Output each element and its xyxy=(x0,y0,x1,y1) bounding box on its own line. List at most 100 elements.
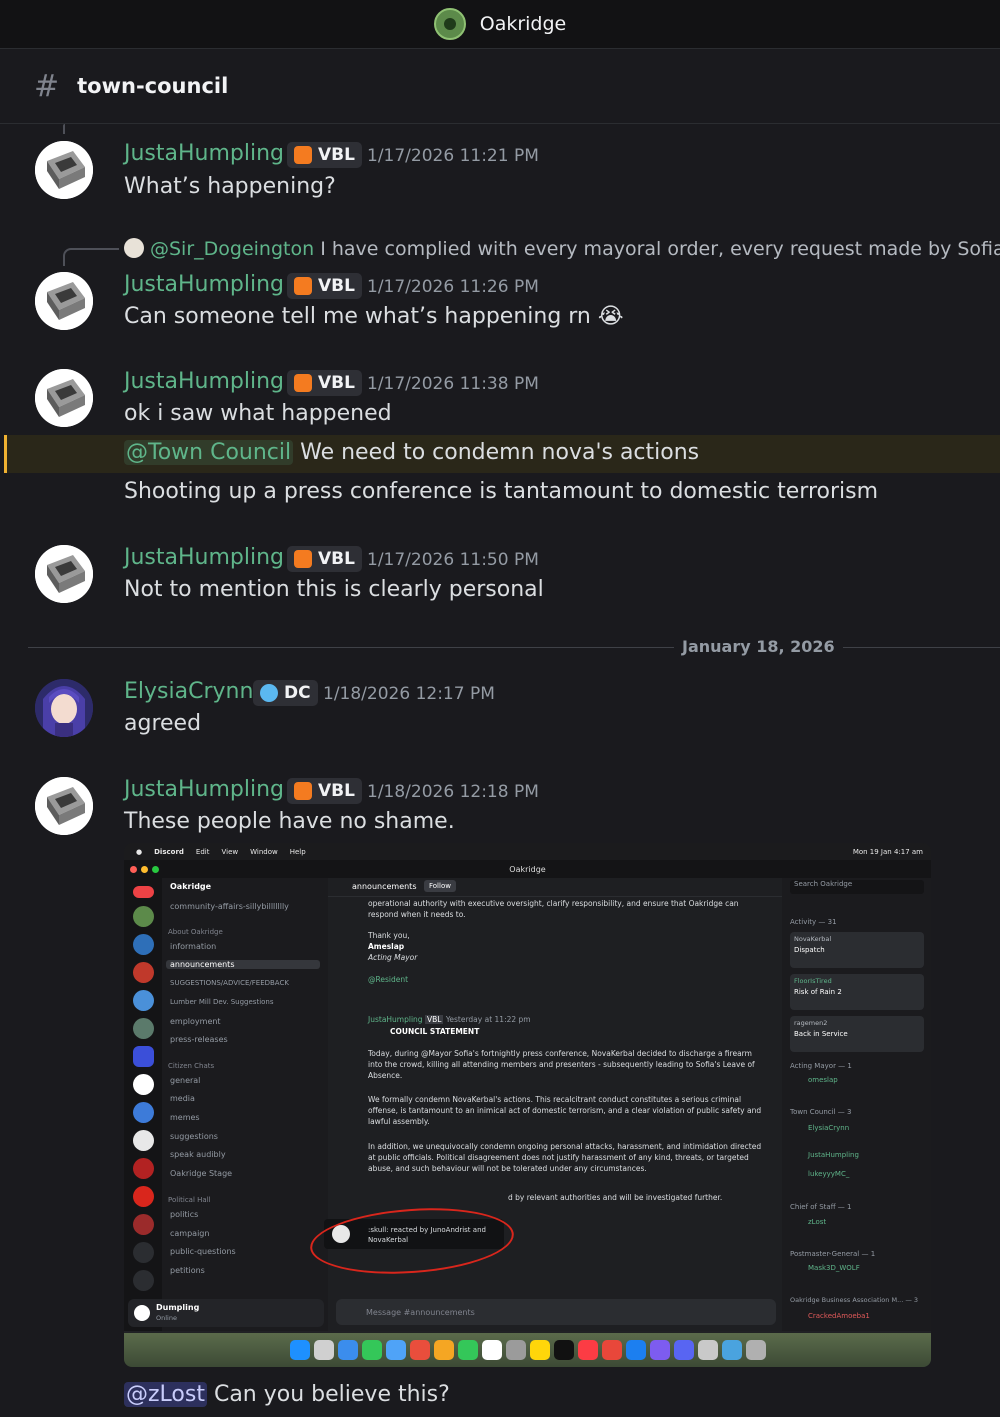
avatar[interactable] xyxy=(35,141,93,199)
folder-icon[interactable] xyxy=(721,1340,742,1360)
menu-help[interactable]: Help xyxy=(290,848,306,856)
menu-edit[interactable]: Edit xyxy=(196,848,210,856)
channel-item[interactable]: Oakridge Stage xyxy=(170,1169,232,1178)
member-item[interactable]: omeslap xyxy=(808,1076,838,1084)
username[interactable]: JustaHumpling xyxy=(124,545,284,570)
channel-item[interactable]: politics xyxy=(170,1210,198,1219)
message-input[interactable]: Message #announcements xyxy=(336,1299,776,1325)
server-icon[interactable] xyxy=(133,962,154,983)
server-icon[interactable] xyxy=(133,1158,154,1179)
avatar[interactable] xyxy=(35,369,93,427)
server-icon[interactable] xyxy=(133,934,154,955)
safari-icon[interactable] xyxy=(337,1340,358,1360)
tv-icon[interactable] xyxy=(553,1340,574,1360)
username[interactable]: JustaHumpling xyxy=(124,369,284,394)
username[interactable]: ElysiaCrynn xyxy=(124,679,253,704)
notes-icon[interactable] xyxy=(529,1340,550,1360)
launchpad-icon[interactable] xyxy=(313,1340,334,1360)
category-label[interactable]: Citizen Chats xyxy=(168,1062,214,1070)
trash-icon[interactable] xyxy=(745,1340,766,1360)
close-dot-icon[interactable] xyxy=(130,865,137,873)
avatar[interactable] xyxy=(35,272,93,330)
member-item[interactable]: Mask3D_WOLF xyxy=(808,1264,860,1272)
channel-item[interactable]: public-questions xyxy=(170,1247,236,1256)
activity-card[interactable]: FloorIsTired Risk of Rain 2 xyxy=(790,974,924,1010)
channel-item[interactable]: memes xyxy=(170,1113,200,1122)
category-label[interactable]: About Oakridge xyxy=(168,928,223,936)
facetime-icon[interactable] xyxy=(457,1340,478,1360)
server-icon[interactable] xyxy=(133,990,154,1011)
zoom-dot-icon[interactable] xyxy=(152,865,159,873)
menubar-clock: Mon 19 Jan 4:17 am xyxy=(852,847,923,856)
member-item[interactable]: JustaHumpling xyxy=(808,1151,859,1159)
avatar[interactable] xyxy=(35,679,93,737)
channel-item[interactable]: press-releases xyxy=(170,1035,228,1044)
signer-title: Acting Mayor xyxy=(368,953,418,962)
channel-item[interactable]: information xyxy=(170,942,216,951)
music-icon[interactable] xyxy=(577,1340,598,1360)
server-icon[interactable] xyxy=(133,1214,154,1235)
maps-icon[interactable] xyxy=(409,1340,430,1360)
member-item[interactable]: lukeyyyMC_ xyxy=(808,1170,849,1178)
avatar[interactable] xyxy=(35,777,93,835)
photos-icon[interactable] xyxy=(433,1340,454,1360)
channel-item[interactable]: SUGGESTIONS/ADVICE/FEEDBACK xyxy=(170,979,289,987)
add-server-icon[interactable] xyxy=(133,1242,154,1263)
activity-card[interactable]: NovaKerbal Dispatch xyxy=(790,932,924,968)
channel-item-selected[interactable]: announcements xyxy=(166,960,320,969)
channel-item[interactable]: Lumber Mill Dev. Suggestions xyxy=(170,998,274,1006)
channel-item[interactable]: media xyxy=(170,1094,195,1103)
menu-window[interactable]: Window xyxy=(250,848,278,856)
server-name[interactable]: Oakridge xyxy=(170,882,211,891)
username[interactable]: JustaHumpling xyxy=(124,272,284,297)
finder-icon[interactable] xyxy=(289,1340,310,1360)
reply-username[interactable]: @Sir_Dogeington xyxy=(150,238,314,260)
channel-item[interactable]: suggestions xyxy=(170,1132,218,1141)
username[interactable]: JustaHumpling xyxy=(124,141,284,166)
discover-icon[interactable] xyxy=(133,1270,154,1291)
member-item[interactable]: ElysiaCrynn xyxy=(808,1124,849,1132)
podcast-icon[interactable] xyxy=(649,1340,670,1360)
channel-item[interactable]: campaign xyxy=(170,1229,209,1238)
channel-item[interactable]: employment xyxy=(170,1017,221,1026)
minimize-dot-icon[interactable] xyxy=(141,865,148,873)
calendar-icon[interactable] xyxy=(481,1340,502,1360)
contacts-icon[interactable] xyxy=(505,1340,526,1360)
username[interactable]: JustaHumpling xyxy=(124,777,284,802)
channel-item[interactable]: community-affairs-sillybillllllly xyxy=(170,902,289,911)
avatar[interactable] xyxy=(35,545,93,603)
server-icon[interactable] xyxy=(133,1102,154,1123)
channel-item[interactable]: general xyxy=(170,1076,200,1085)
member-item[interactable]: CrackedAmoeba1 xyxy=(808,1312,870,1320)
settings-icon[interactable] xyxy=(697,1340,718,1360)
server-icon[interactable] xyxy=(133,1130,154,1151)
mail-icon[interactable] xyxy=(385,1340,406,1360)
channel-item[interactable]: petitions xyxy=(170,1266,205,1275)
server-icon[interactable] xyxy=(133,1186,154,1207)
news-icon[interactable] xyxy=(601,1340,622,1360)
user-avatar[interactable] xyxy=(134,1305,150,1321)
follow-button[interactable]: Follow xyxy=(424,880,456,892)
discord-icon[interactable] xyxy=(673,1340,694,1360)
server-icon[interactable] xyxy=(133,906,154,927)
menu-discord[interactable]: Discord xyxy=(154,848,184,856)
image-attachment[interactable]: ● Discord Edit View Window Help Mon 19 J… xyxy=(124,843,931,1367)
user-mention[interactable]: @zLost xyxy=(124,1382,207,1407)
member-item[interactable]: zLost xyxy=(808,1218,826,1226)
search-input[interactable]: Search Oakridge xyxy=(790,880,924,894)
message-text: Can someone tell me what’s happening rn … xyxy=(124,304,624,329)
server-icon[interactable] xyxy=(133,1074,154,1095)
role-mention[interactable]: @Resident xyxy=(368,974,768,985)
menu-view[interactable]: View xyxy=(221,848,238,856)
app-store-icon[interactable] xyxy=(625,1340,646,1360)
messages-icon[interactable] xyxy=(361,1340,382,1360)
user-panel[interactable]: Dumpling Online xyxy=(128,1299,324,1327)
activity-card[interactable]: ragemen2 Back in Service xyxy=(790,1016,924,1052)
channel-item[interactable]: speak audibly xyxy=(170,1150,226,1159)
role-mention[interactable]: @Town Council xyxy=(124,440,294,465)
server-icon[interactable] xyxy=(133,1018,154,1039)
reply-preview[interactable]: @Sir_Dogeington I have complied with eve… xyxy=(124,238,1000,260)
folder-icon[interactable] xyxy=(133,1046,154,1067)
member-list: Search Oakridge Activity — 31 NovaKerbal… xyxy=(782,878,931,1331)
category-label[interactable]: Political Hall xyxy=(168,1196,211,1204)
